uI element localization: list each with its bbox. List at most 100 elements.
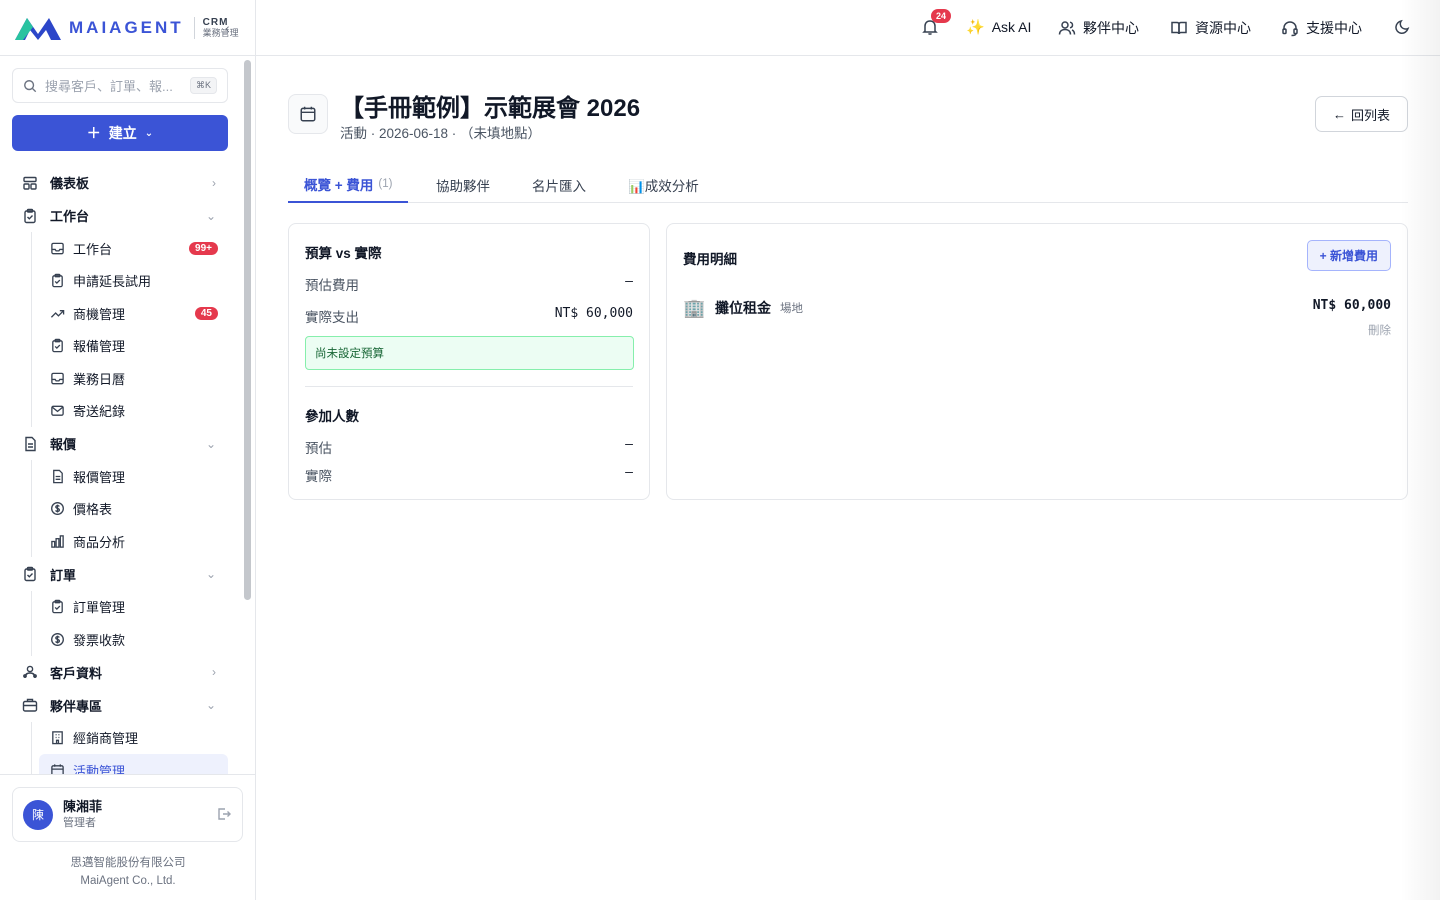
company-name-zh: 思邁智能股份有限公司: [70, 857, 186, 869]
ask-ai-button[interactable]: ✨ Ask AI: [966, 18, 1031, 36]
sidebar-item-partner-zone[interactable]: 夥伴專區 ⌄: [12, 689, 228, 722]
arrow-left-icon: ←: [1332, 106, 1346, 122]
tab-bar: 概覽 + 費用 (1) 協助夥伴 名片匯入 📊成效分析: [288, 166, 1408, 203]
budget-notice: 尚未設定預算: [305, 336, 634, 370]
sidebar-item-label: 申請延長試用: [73, 274, 152, 290]
sidebar-item-price-list[interactable]: 價格表: [12, 493, 228, 526]
logo-row: MAIAGENT CRM 業務管理 ‹: [0, 0, 255, 56]
row-value: NT$ 60,000: [554, 306, 633, 321]
back-to-list-button[interactable]: ← 回列表: [1315, 96, 1408, 132]
sidebar-item-opportunities[interactable]: 商機管理 45: [12, 297, 228, 330]
sidebar-item-order-management[interactable]: 訂單管理: [12, 591, 228, 624]
divider: [0, 774, 255, 775]
sidebar-item-label: 商品分析: [73, 534, 126, 550]
tab-label: 📊成效分析: [628, 178, 699, 194]
row-value: –: [625, 465, 633, 480]
expense-amount: NT$ 60,000: [1312, 298, 1391, 313]
partner-center-label: 夥伴中心: [1083, 20, 1139, 36]
sidebar-item-dashboard[interactable]: 儀表板 ›: [12, 166, 228, 199]
sidebar-item-workbench[interactable]: 工作台 ⌄: [12, 199, 228, 232]
maiagent-logo-icon: [15, 17, 61, 40]
search-shortcut: ⌘K: [189, 77, 217, 94]
sidebar-item-trial-extension[interactable]: 申請延長試用: [12, 265, 228, 298]
sidebar-item-label: 業務日曆: [73, 371, 126, 387]
tab-assisting-partners[interactable]: 協助夥伴: [436, 166, 490, 203]
sidebar-item-label: 價格表: [73, 502, 113, 518]
expense-row: 🏢 攤位租金 場地 NT$ 60,000 刪除: [683, 296, 1391, 338]
tab-label: 協助夥伴: [436, 178, 490, 194]
tab-label: 名片匯入: [532, 178, 586, 194]
support-center-link[interactable]: 支援中心: [1281, 18, 1362, 38]
sidebar-item-calendar[interactable]: 業務日曆: [12, 362, 228, 395]
sidebar-item-registrations[interactable]: 報備管理: [12, 330, 228, 363]
sidebar-item-customers[interactable]: 客戶資料 ›: [12, 656, 228, 689]
row-label: 預估: [305, 441, 332, 456]
sidebar-item-product-analytics[interactable]: 商品分析: [12, 525, 228, 558]
sidebar-item-mail-log[interactable]: 寄送紀錄: [12, 395, 228, 428]
tab-business-card-import[interactable]: 名片匯入: [532, 166, 586, 203]
create-label: 建立: [108, 125, 137, 141]
notification-count-badge: 24: [931, 9, 952, 23]
company-footer: 思邁智能股份有限公司 MaiAgent Co., Ltd.: [0, 854, 256, 890]
user-card[interactable]: 陳 陳湘菲 管理者: [12, 787, 243, 842]
sidebar: MAIAGENT CRM 業務管理 ‹ 搜尋客戶、訂單、報... ⌘K ＋ 建立…: [0, 0, 256, 900]
delete-expense-link[interactable]: 刪除: [1368, 322, 1391, 338]
sidebar-item-label: 客戶資料: [50, 665, 103, 681]
sidebar-item-label: 工作台: [73, 241, 113, 257]
expense-name: 攤位租金: [715, 300, 771, 316]
user-info: 陳湘菲 管理者: [63, 798, 102, 832]
expenses-title: 費用明細: [683, 252, 737, 267]
resource-center-link[interactable]: 資源中心: [1170, 18, 1251, 38]
dollar-circle-icon: [51, 502, 64, 516]
topbar: 24 ✨ Ask AI 夥伴中心 資源中心 支援中心: [256, 0, 1440, 56]
sidebar-item-quote[interactable]: 報價 ⌄: [12, 427, 228, 460]
clipboard-icon: [52, 339, 63, 353]
inbox-icon: [51, 242, 64, 255]
company-name-en: MaiAgent Co., Ltd.: [80, 875, 176, 887]
theme-toggle-button[interactable]: [1393, 18, 1411, 36]
notifications-button[interactable]: 24: [921, 9, 952, 36]
row-label: 預估費用: [305, 278, 359, 293]
page-title: 【手冊範例】示範展會 2026: [340, 95, 641, 122]
sidebar-item-dealers[interactable]: 經銷商管理: [12, 722, 228, 755]
sidebar-item-label: 訂單: [50, 567, 77, 583]
row-value: –: [625, 437, 633, 452]
logout-icon[interactable]: [216, 806, 232, 822]
support-center-label: 支援中心: [1306, 20, 1362, 36]
count-badge: 99+: [189, 241, 218, 255]
book-icon: [1171, 21, 1187, 35]
clipboard-icon: [24, 208, 36, 223]
estimated-cost-row: 預估費用 –: [305, 274, 633, 294]
collapse-sidebar-icon[interactable]: ‹: [225, 20, 230, 36]
sidebar-item-order[interactable]: 訂單 ⌄: [12, 558, 228, 591]
sidebar-item-label: 寄送紀錄: [73, 404, 126, 420]
chevron-down-icon: ⌄: [205, 436, 216, 451]
inbox-icon: [51, 372, 64, 385]
sidebar-item-label: 報備管理: [73, 339, 126, 355]
create-button[interactable]: ＋ 建立 ⌄: [12, 115, 228, 151]
brand-name: MAIAGENT: [69, 17, 184, 37]
attendees-title: 參加人數: [305, 409, 359, 424]
logo-divider: [193, 16, 195, 39]
chevron-down-icon: ⌄: [205, 698, 216, 712]
tab-overview-expenses[interactable]: 概覽 + 費用 (1): [288, 166, 409, 203]
sidebar-item-events[interactable]: 活動管理: [39, 754, 228, 774]
building-icon: 🏢: [683, 298, 706, 318]
sidebar-item-invoices[interactable]: 發票收款: [12, 623, 228, 656]
search-input[interactable]: 搜尋客戶、訂單、報... ⌘K: [12, 68, 228, 103]
partner-center-link[interactable]: 夥伴中心: [1058, 18, 1139, 38]
briefcase-icon: [22, 698, 38, 712]
user-role: 管理者: [63, 816, 96, 829]
sidebar-item-label: 商機管理: [73, 306, 126, 322]
sidebar-item-workbench-home[interactable]: 工作台 99+: [12, 232, 228, 265]
chevron-down-icon: ⌄: [144, 127, 154, 139]
add-expense-button[interactable]: + 新增費用: [1306, 240, 1391, 271]
sidebar-item-quote-management[interactable]: 報價管理: [12, 460, 228, 493]
sidebar-scrollbar[interactable]: [244, 60, 251, 600]
clipboard-icon: [52, 600, 63, 614]
users-icon: [23, 665, 37, 679]
trending-up-icon: [50, 309, 65, 318]
calendar-icon: [51, 764, 64, 774]
crm-label: CRM 業務管理: [202, 16, 239, 38]
tab-performance-analysis[interactable]: 📊成效分析: [628, 166, 699, 203]
